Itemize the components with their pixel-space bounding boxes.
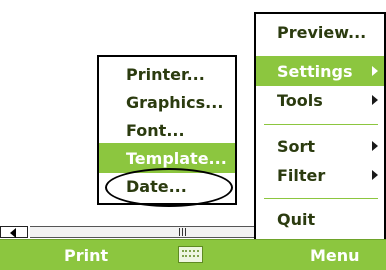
menu-separator (264, 124, 378, 125)
menu-item-settings[interactable]: Settings (256, 56, 384, 86)
submenu-item-label: Template... (126, 148, 227, 168)
scroll-left-arrow-icon (10, 228, 16, 238)
submenu-arrow-icon (372, 170, 378, 180)
menu-item-label: Quit (277, 209, 316, 229)
menu-item-sort[interactable]: Sort (256, 131, 384, 161)
menu-item-label: Settings (277, 61, 353, 81)
submenu-item-label: Printer... (126, 64, 205, 84)
scrollbar-track[interactable] (30, 226, 254, 238)
menu-separator (264, 198, 378, 199)
main-menu: Preview... Settings Tools Sort Filter Qu… (254, 12, 386, 245)
submenu-item-printer[interactable]: Printer... (99, 59, 235, 89)
print-softkey[interactable]: Print (64, 240, 108, 270)
submenu-item-graphics[interactable]: Graphics... (99, 87, 235, 117)
menu-item-label: Sort (277, 136, 316, 156)
softkey-label: Menu (310, 245, 360, 265)
submenu-arrow-icon (372, 66, 378, 76)
softkey-label: Print (64, 245, 109, 265)
horizontal-scrollbar[interactable] (0, 226, 254, 238)
menu-item-quit[interactable]: Quit (256, 204, 384, 234)
menu-item-preview[interactable]: Preview... (256, 17, 384, 47)
menu-item-tools[interactable]: Tools (256, 85, 384, 115)
submenu-item-font[interactable]: Font... (99, 115, 235, 145)
scroll-left-button[interactable] (0, 226, 28, 238)
submenu-arrow-icon (372, 95, 378, 105)
menu-item-label: Tools (277, 90, 323, 110)
menu-item-label: Filter (277, 165, 326, 185)
scrollbar-thumb-grip[interactable] (178, 227, 187, 239)
menu-item-label: Preview... (277, 22, 367, 42)
menu-item-filter[interactable]: Filter (256, 160, 384, 190)
keyboard-icon[interactable] (178, 246, 203, 263)
submenu-arrow-icon (372, 141, 378, 151)
highlight-ellipse (105, 168, 233, 207)
submenu-item-label: Font... (126, 120, 185, 140)
submenu-item-label: Graphics... (126, 92, 224, 112)
menu-softkey[interactable]: Menu (310, 240, 360, 270)
softkey-bar: Print Menu (0, 239, 386, 270)
